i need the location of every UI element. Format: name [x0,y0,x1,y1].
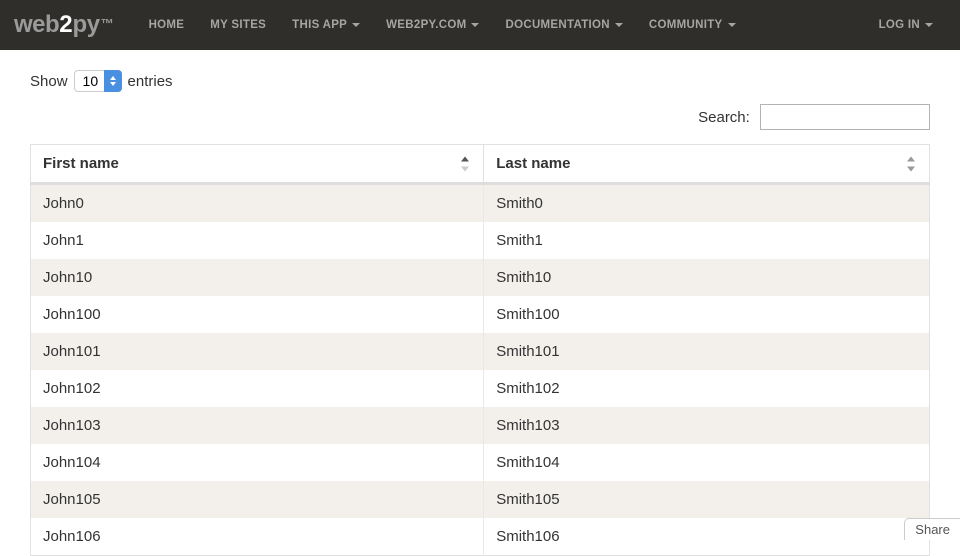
cell-last-name: Smith106 [484,518,930,556]
length-suffix: entries [128,73,173,90]
nav-item-web2py-com[interactable]: WEB2PY.COM [373,0,492,50]
cell-last-name: Smith100 [484,296,930,333]
table-row: John105Smith105 [31,481,930,518]
cell-last-name: Smith101 [484,333,930,370]
cell-last-name: Smith102 [484,370,930,407]
table-row: John102Smith102 [31,370,930,407]
cell-last-name: Smith104 [484,444,930,481]
table-row: John106Smith106 [31,518,930,556]
navbar: web 2 py ™ HOME MY SITES THIS APP WEB2PY.CO… [0,0,960,50]
nav-item-community[interactable]: COMMUNITY [636,0,749,50]
brand-2: 2 [59,11,72,39]
nav-item-my-sites[interactable]: MY SITES [197,0,279,50]
cell-last-name: Smith103 [484,407,930,444]
nav-item-this-app[interactable]: THIS APP [279,0,373,50]
table-body: John0Smith0John1Smith1John10Smith10John1… [31,184,930,556]
cell-last-name: Smith0 [484,184,930,223]
brand-py: py [73,11,100,39]
col-last-name-label: Last name [496,155,570,172]
header-row: First name Last name [31,145,930,184]
search-control: Search: [30,104,930,130]
nav-item-home[interactable]: HOME [136,0,198,50]
nav-item-documentation[interactable]: DOCUMENTATION [492,0,635,50]
share-label: Share [915,522,950,537]
main-container: Show 10 entries Search: First name Last … [0,50,960,556]
table-row: John10Smith10 [31,259,930,296]
table-row: John0Smith0 [31,184,930,223]
brand-tm: ™ [101,16,114,31]
cell-last-name: Smith1 [484,222,930,259]
cell-first-name: John101 [31,333,484,370]
data-table: First name Last name John0Smith0John1Smi… [30,144,930,556]
table-row: John100Smith100 [31,296,930,333]
length-select-wrap: 10 [74,70,122,92]
cell-last-name: Smith105 [484,481,930,518]
nav-item-label: COMMUNITY [649,19,723,31]
nav-item-label: HOME [149,19,185,31]
col-last-name[interactable]: Last name [484,145,930,184]
nav-item-log-in[interactable]: LOG IN [866,0,946,50]
cell-first-name: John105 [31,481,484,518]
table-row: John101Smith101 [31,333,930,370]
cell-first-name: John100 [31,296,484,333]
nav-items-right: LOG IN [866,0,946,50]
length-prefix: Show [30,73,68,90]
caret-down-icon [352,23,360,27]
cell-first-name: John104 [31,444,484,481]
caret-down-icon [615,23,623,27]
length-select[interactable]: 10 [74,70,122,92]
sort-both-icon [905,155,919,172]
search-label: Search: [698,109,750,126]
brand-web: web [14,11,59,39]
nav-items-left: HOME MY SITES THIS APP WEB2PY.COM DOCUMENTAT… [136,0,749,50]
caret-down-icon [471,23,479,27]
caret-down-icon [728,23,736,27]
caret-down-icon [925,23,933,27]
table-row: John104Smith104 [31,444,930,481]
cell-first-name: John10 [31,259,484,296]
brand-logo[interactable]: web 2 py ™ [14,11,114,39]
cell-first-name: John102 [31,370,484,407]
col-first-name[interactable]: First name [31,145,484,184]
cell-first-name: John0 [31,184,484,223]
nav-item-label: MY SITES [210,19,266,31]
cell-first-name: John106 [31,518,484,556]
table-row: John103Smith103 [31,407,930,444]
sort-asc-icon [459,155,473,172]
col-first-name-label: First name [43,155,119,172]
nav-item-label: THIS APP [292,19,347,31]
cell-last-name: Smith10 [484,259,930,296]
navbar-left: web 2 py ™ HOME MY SITES THIS APP WEB2PY.CO… [14,0,749,50]
nav-item-label: WEB2PY.COM [386,19,466,31]
search-input[interactable] [760,104,930,130]
share-button[interactable]: Share [904,518,960,540]
nav-item-label: DOCUMENTATION [505,19,609,31]
table-row: John1Smith1 [31,222,930,259]
nav-item-label: LOG IN [879,19,920,31]
cell-first-name: John103 [31,407,484,444]
cell-first-name: John1 [31,222,484,259]
length-control: Show 10 entries [30,70,930,92]
